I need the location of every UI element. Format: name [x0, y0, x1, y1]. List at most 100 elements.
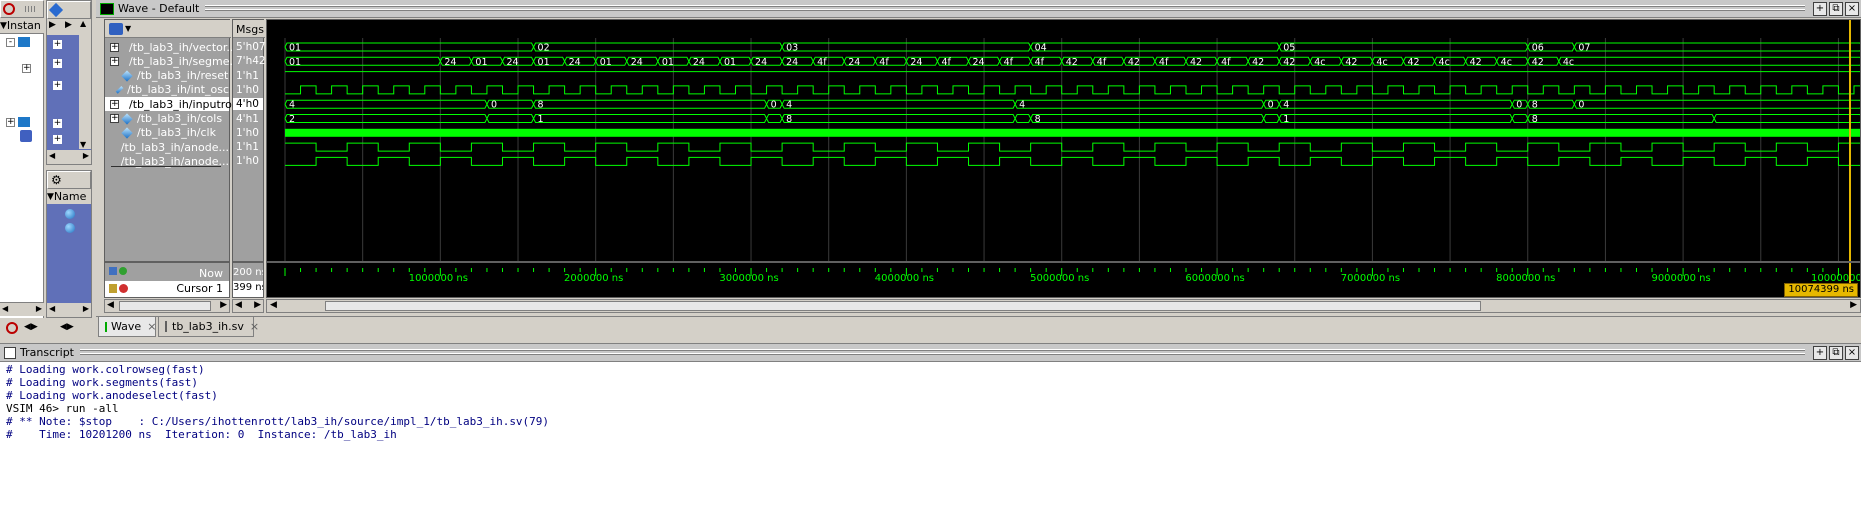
tree-plus-icon[interactable]: + [53, 119, 62, 128]
bus-segment [1558, 56, 1860, 66]
tree-plus-icon[interactable]: + [110, 56, 119, 66]
transcript-prompt-line: VSIM 46> run -all [6, 402, 119, 415]
transcript-line: # Loading work.colrowseg(fast) [6, 363, 205, 376]
timeline-ruler[interactable]: 1000000 ns 2000000 ns 3000000 ns 4000000 ns… [266, 262, 1861, 298]
signal-name: /tb_lab3_ih/cols [137, 112, 223, 125]
bus-value-label: 4c [1376, 57, 1387, 68]
tree-plus-icon[interactable]: + [53, 59, 62, 68]
signal-row[interactable]: /tb_lab3_ih/clk [105, 126, 229, 140]
wave-titlebar[interactable]: Wave - Default + ⧉ × [96, 0, 1861, 18]
delete-cursor-icon[interactable] [119, 284, 128, 293]
tree-minus-icon[interactable]: - [6, 38, 15, 47]
tree-plus-icon[interactable]: + [53, 40, 62, 49]
bus-value-label: 4f [1035, 57, 1045, 68]
bus-segment [1278, 114, 1513, 123]
transcript-title: Transcript [20, 346, 74, 359]
undock-button[interactable]: ⧉ [1829, 1, 1843, 16]
tree-plus-icon[interactable]: + [53, 135, 62, 144]
tree-plus-icon[interactable]: + [110, 99, 119, 109]
bus-segment [532, 114, 768, 123]
process-icon [20, 130, 32, 142]
wave-icon[interactable] [109, 23, 123, 35]
signal-name: /tb_lab3_ih/int_osc [127, 83, 229, 97]
bus-value-label: 4 [289, 100, 295, 111]
vertical-scrollbar[interactable]: ▲ ▼ [79, 19, 91, 149]
bus-value-label: 24 [693, 57, 705, 68]
bus-segment [1573, 42, 1860, 52]
signal-row[interactable]: + /tb_lab3_ih/cols [105, 112, 229, 126]
msgs-h-scrollbar[interactable]: ◀ ▶ [232, 299, 264, 313]
signal-row[interactable]: + /tb_lab3_ih/vector... [105, 40, 237, 54]
tree-plus-icon[interactable]: + [6, 118, 15, 127]
divider-line [111, 166, 221, 167]
ruler-label: 6000000 ns [1185, 273, 1244, 284]
close-icon[interactable]: × [147, 320, 156, 333]
signal-diamond-icon [120, 101, 126, 108]
zoom-icon[interactable] [109, 267, 117, 275]
signal-toolbar: ▼ [105, 20, 231, 38]
gear-icon[interactable]: ⚙ [51, 174, 62, 186]
bus-value-label: 01 [538, 57, 550, 68]
add-cursor-icon[interactable] [119, 267, 127, 275]
tree-plus-icon[interactable]: + [110, 42, 119, 52]
waveform-pane[interactable]: 01 02 03 04 05 06 07 01 24 01 24 01 24 01 24 01 24 01 24 24… [266, 19, 1861, 262]
signal-name: /tb_lab3_ih/clk [137, 126, 216, 140]
signal-diamond-icon [120, 44, 126, 50]
maximize-button[interactable]: + [1813, 1, 1827, 16]
horizontal-scrollbar[interactable]: ◀ ▶ [0, 302, 44, 316]
signal-row[interactable]: /tb_lab3_ih/reset [105, 69, 229, 83]
bus-value-label: 0 [1516, 100, 1522, 111]
chevron-down-icon[interactable]: ▼ [125, 24, 131, 33]
tab-source-file[interactable]: tb_lab3_ih.sv × [158, 317, 259, 337]
bus-value-label: 8 [1035, 114, 1041, 125]
signal-row[interactable]: /tb_lab3_ih/anode... [105, 140, 229, 154]
ruler-label: 9000000 ns [1651, 273, 1710, 284]
instance-icon[interactable] [3, 3, 15, 15]
bus-segment [1511, 114, 1529, 123]
signal-name-pane: ▼ + /tb_lab3_ih/vector... + /tb_lab3_ih/seg… [104, 19, 247, 262]
close-icon[interactable]: × [250, 320, 259, 333]
transcript-console[interactable]: # Loading work.colrowseg(fast) # Loading… [6, 363, 1856, 453]
tree-plus-icon[interactable]: + [53, 81, 62, 90]
signal-row[interactable]: + /tb_lab3_ih/inputrows [105, 97, 247, 112]
maximize-button[interactable]: + [1813, 345, 1827, 360]
instance-icon[interactable] [6, 322, 18, 334]
signal-name: /tb_lab3_ih/segme... [129, 54, 240, 68]
bus-value-label: 4f [1004, 57, 1014, 68]
tab-wave[interactable]: Wave × [98, 317, 156, 337]
bus-value-label: 4f [941, 57, 951, 68]
msgs-header: Msgs [236, 23, 264, 36]
signal-row[interactable]: + /tb_lab3_ih/segme... [105, 54, 240, 68]
signal-name: /tb_lab3_ih/vector... [129, 40, 237, 54]
undock-button[interactable]: ⧉ [1829, 345, 1843, 360]
tree-plus-icon[interactable]: + [110, 114, 119, 123]
tree-plus-icon[interactable]: + [22, 64, 31, 73]
bus-value-label: 42 [1407, 57, 1419, 68]
close-button[interactable]: × [1845, 345, 1859, 360]
library-panel: ▶ ▶ + + + + + ▲ ▼ ◀ ▶ [46, 0, 92, 165]
library-icon[interactable] [48, 2, 64, 18]
bus-value-label: 4 [1283, 100, 1289, 111]
bus-value-label: 42 [1345, 57, 1357, 68]
wave-h-scrollbar[interactable]: ◀ ▶ [266, 299, 1861, 313]
transcript-titlebar[interactable]: Transcript + ⧉ × [0, 344, 1861, 362]
horizontal-scrollbar[interactable]: ◀ ▶ [47, 150, 91, 164]
waveform-canvas[interactable]: 01 02 03 04 05 06 0701 24 01 24 01 24 01 24 01 24 01 24 24… [267, 20, 1861, 262]
transcript-icon [4, 346, 16, 359]
instance-header[interactable]: ▼ Instan [0, 18, 44, 34]
scroll-thumb[interactable] [325, 301, 1481, 311]
objects-toolbar: ⚙ [47, 171, 91, 189]
cursor-time-badge[interactable]: 10074399 ns [1784, 283, 1858, 297]
signal-row[interactable]: /tb_lab3_ih/int_osc [105, 83, 229, 97]
lock-icon[interactable] [109, 284, 117, 293]
objects-header[interactable]: ▼ Name [47, 189, 91, 204]
bus-value-label: 07 [1578, 43, 1590, 54]
horizontal-scrollbar[interactable]: ◀ ▶ [47, 303, 91, 317]
module-icon [18, 117, 30, 127]
signal-h-scrollbar[interactable]: ◀ ▶ [104, 299, 230, 313]
bus-value-label: 04 [1035, 43, 1047, 54]
close-button[interactable]: × [1845, 1, 1859, 16]
wave-window-title: Wave - Default [118, 2, 200, 15]
